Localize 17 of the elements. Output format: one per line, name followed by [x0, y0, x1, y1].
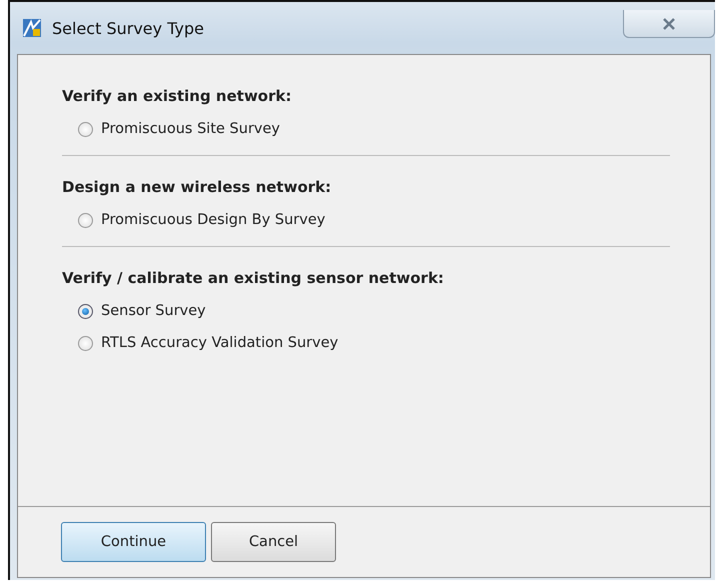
section-heading: Verify / calibrate an existing sensor network: — [62, 269, 445, 287]
radio-button[interactable] — [78, 304, 93, 318]
radio-button[interactable] — [78, 122, 93, 136]
window-title: Select Survey Type — [52, 18, 204, 38]
section-heading: Design a new wireless network: — [62, 178, 332, 196]
radio-option[interactable]: RTLS Accuracy Validation Survey — [62, 335, 670, 351]
cancel-button[interactable]: Cancel — [211, 522, 336, 562]
radio-option[interactable]: Sensor Survey — [62, 303, 670, 319]
radio-button[interactable] — [78, 212, 93, 228]
radio-option[interactable]: Promiscuous Site Survey — [62, 121, 670, 137]
close-icon — [662, 18, 676, 30]
app-icon — [22, 18, 42, 38]
section-heading: Verify an existing network: — [62, 87, 292, 105]
radio-button[interactable] — [78, 336, 93, 350]
continue-button[interactable]: Continue — [61, 522, 206, 562]
close-button[interactable] — [623, 10, 715, 38]
radio-option[interactable]: Promiscuous Design By Survey — [62, 212, 670, 228]
